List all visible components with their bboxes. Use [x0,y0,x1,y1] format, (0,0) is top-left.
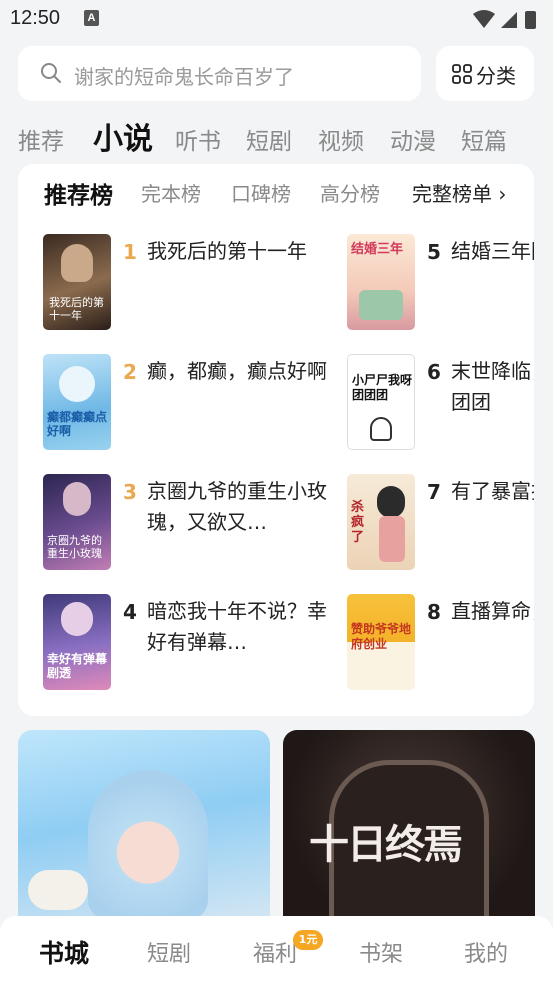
tab-audiobook[interactable]: 听书 [175,122,221,156]
tab-short-drama[interactable]: 短剧 [246,122,292,156]
rank-number: 5 [427,240,441,264]
cover-text: 京圈九爷的重生小玫瑰 [47,534,102,560]
ranking-book[interactable]: 小尸尸我呀团团团 6 末世降临，丧尸我呀团团 [347,354,534,450]
ranking-book[interactable]: 我死后的第十一年 1 我死后的第十一年 [43,234,343,330]
rank-tab-reputation[interactable]: 口碑榜 [231,178,291,207]
banner-figure [88,770,208,920]
full-ranking-link[interactable]: 完整榜单 › [412,178,506,207]
rank-number: 4 [123,600,137,624]
ranking-card: 推荐榜 完本榜 口碑榜 高分榜 完整榜单 › 我死后的第十一年 1 我死后的第十… [18,164,534,716]
rank-number: 8 [427,600,441,624]
cover-text: 我死后的第十一年 [49,296,104,322]
cover-text: 幸好有弹幕剧透 [47,652,108,680]
grid-icon [452,64,472,84]
ranking-book[interactable]: 癫都癫癫点好啊 2 癫，都癫，癫点好啊 [43,354,343,450]
cover-text: 癫都癫癫点好啊 [47,410,108,438]
book-cover: 结婚三年 [347,234,415,330]
search-input[interactable]: 谢家的短命鬼长命百岁了 [74,61,294,90]
ranking-book[interactable]: 京圈九爷的重生小玫瑰 3 京圈九爷的重生小玫瑰，又欲又… [43,474,343,570]
welfare-badge: 1元 [293,930,323,950]
book-title: 癫，都癫，癫点好啊 [147,359,327,383]
nav-welfare[interactable]: 福利 [253,936,297,968]
nav-bookstore[interactable]: 书城 [39,934,89,970]
flower-decor [28,870,88,910]
rank-number: 7 [427,480,441,504]
ranking-book[interactable]: 赞助爷爷地府创业 8 直播算命，赞助爷 [347,594,534,690]
rank-tab-recommend[interactable]: 推荐榜 [44,176,113,210]
ranking-book[interactable]: 杀疯了 7 有了暴富技术，我在 [347,474,534,570]
book-title: 我死后的第十一年 [147,239,307,263]
battery-icon [525,11,536,29]
top-tab-bar: 推荐 小说 听书 短剧 视频 动漫 短篇 [0,114,553,160]
tab-short-story[interactable]: 短篇 [461,122,507,156]
ranking-book[interactable]: 幸好有弹幕剧透 4 暗恋我十年不说？幸好有弹幕… [43,594,343,690]
search-bar[interactable]: 谢家的短命鬼长命百岁了 [18,46,421,101]
rank-number: 3 [123,480,137,504]
bottom-nav: 书城 短剧 福利 1元 书架 我的 [0,916,553,984]
book-title: 直播算命，赞助爷 [451,599,534,623]
rank-number: 2 [123,360,137,384]
cover-text: 杀疯了 [351,500,365,545]
status-icons [473,10,536,29]
banner-title: 十日终焉 [309,822,463,868]
status-time: 12:50 [10,7,61,29]
book-cover: 幸好有弹幕剧透 [43,594,111,690]
cover-text: 小尸尸我呀团团团 [352,373,413,402]
book-title: 京圈九爷的重生小玫瑰，又欲又… [147,479,327,534]
cover-text: 赞助爷爷地府创业 [351,622,412,651]
book-title: 末世降临，丧尸我呀团团 [451,359,534,414]
book-cover: 小尸尸我呀团团团 [347,354,415,450]
nav-bookshelf[interactable]: 书架 [359,936,403,968]
nav-profile[interactable]: 我的 [464,936,508,968]
rank-number: 1 [123,240,137,264]
notification-icon: A [84,10,99,26]
book-title: 有了暴富技术，我在 [451,479,534,503]
rank-tab-completed[interactable]: 完本榜 [141,178,201,207]
book-title: 结婚三年回家，军婚 [451,239,534,263]
cover-text: 结婚三年 [351,242,404,257]
book-cover: 杀疯了 [347,474,415,570]
signal-icon [501,12,517,28]
tab-novel[interactable]: 小说 [93,114,153,158]
rank-number: 6 [427,360,441,384]
ranking-book[interactable]: 结婚三年 5 结婚三年回家，军婚 [347,234,534,330]
book-cover: 京圈九爷的重生小玫瑰 [43,474,111,570]
status-bar: 12:50 A [0,0,553,38]
search-icon [41,63,61,83]
tab-recommend[interactable]: 推荐 [18,122,64,156]
category-label: 分类 [476,64,516,88]
nav-short-drama[interactable]: 短剧 [147,936,191,968]
book-cover: 赞助爷爷地府创业 [347,594,415,690]
tab-anime[interactable]: 动漫 [390,122,436,156]
book-cover: 癫都癫癫点好啊 [43,354,111,450]
book-title: 暗恋我十年不说？幸好有弹幕… [147,599,327,654]
tab-video[interactable]: 视频 [318,122,364,156]
banner-anime-girl[interactable] [18,730,270,930]
banner-ten-days-end[interactable]: 十日终焉 [283,730,535,930]
book-cover: 我死后的第十一年 [43,234,111,330]
rank-tab-high-score[interactable]: 高分榜 [320,178,380,207]
category-button[interactable]: 分类 [436,46,534,101]
wifi-icon [473,10,495,28]
